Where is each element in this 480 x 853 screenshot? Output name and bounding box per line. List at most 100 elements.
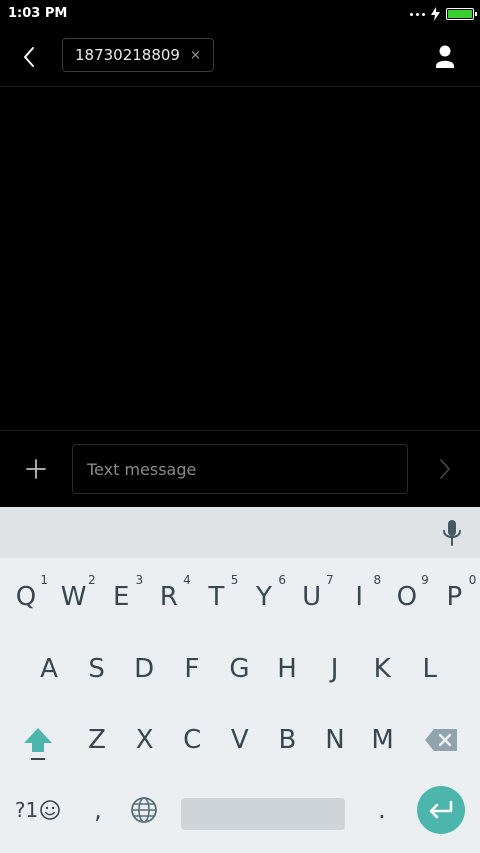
comma-key[interactable]: , <box>74 786 122 834</box>
key-hint: 7 <box>325 573 334 587</box>
key-hint: 4 <box>183 573 191 587</box>
key-label: B <box>278 725 297 755</box>
key-label: C <box>183 725 202 755</box>
key-hint: 8 <box>373 573 382 587</box>
status-bar: 1:03 PM <box>0 0 480 28</box>
chevron-right-icon <box>440 459 450 479</box>
key-label: O <box>396 582 418 612</box>
key-l[interactable]: L <box>406 639 454 699</box>
key-hint: 9 <box>421 573 429 587</box>
key-label: V <box>230 725 249 755</box>
recipient-number: 18730218809 <box>75 46 180 64</box>
key-label: J <box>330 654 339 684</box>
key-label: E <box>112 582 130 612</box>
key-g[interactable]: G <box>215 639 263 699</box>
message-input[interactable] <box>72 444 408 494</box>
key-hint: 0 <box>468 573 477 587</box>
compose-bar <box>0 430 480 508</box>
key-i[interactable]: I8 <box>335 567 383 627</box>
key-label: D <box>134 654 155 684</box>
shift-key[interactable] <box>14 720 62 768</box>
battery-fill <box>448 10 472 18</box>
key-p[interactable]: P0 <box>430 567 478 627</box>
key-y[interactable]: Y6 <box>240 567 288 627</box>
message-thread <box>0 87 480 430</box>
keyboard-row-2: ASDFGH J K L <box>0 639 480 699</box>
key-label: G <box>229 654 250 684</box>
key-label: Y <box>256 582 272 612</box>
key-u[interactable]: U7 <box>288 567 336 627</box>
enter-arrow-icon <box>429 800 453 819</box>
key-f[interactable]: F <box>168 639 216 699</box>
key-r[interactable]: R4 <box>145 567 193 627</box>
key-hint: 3 <box>135 573 144 587</box>
key-hint: 1 <box>40 573 48 587</box>
key-q[interactable]: Q1 <box>2 567 50 627</box>
plus-icon <box>26 459 46 479</box>
shift-icon <box>24 728 52 760</box>
back-button[interactable] <box>14 42 44 72</box>
key-label: P <box>446 582 463 612</box>
symbols-key[interactable]: ?1 <box>8 788 68 832</box>
key-label: W <box>60 582 87 612</box>
key-x[interactable]: X <box>121 710 169 770</box>
key-label: F <box>184 654 200 684</box>
key-label: I <box>355 582 364 612</box>
key-label: Q <box>15 582 37 612</box>
charging-bolt-icon <box>431 7 440 21</box>
key-e[interactable]: E3 <box>97 567 145 627</box>
microphone-icon <box>443 520 461 546</box>
status-time: 1:03 PM <box>8 6 68 21</box>
key-d[interactable]: D <box>120 639 168 699</box>
backspace-icon <box>425 729 457 751</box>
globe-icon <box>131 797 157 823</box>
soft-keyboard: Q1W2E3R4T5Y6U7I8O9P0 ASDFGHJKL ZXCVBNM ?… <box>0 507 480 853</box>
key-m[interactable]: M <box>359 710 407 770</box>
key-label: T <box>208 582 225 612</box>
key-k[interactable]: K <box>358 639 406 699</box>
key-label: N <box>325 725 345 755</box>
key-a[interactable]: A <box>25 639 73 699</box>
symbols-key-label: ?1 <box>14 798 39 822</box>
status-icons <box>410 6 477 22</box>
emoji-icon <box>40 800 60 820</box>
key-t[interactable]: T5 <box>192 567 240 627</box>
key-z[interactable]: Z <box>73 710 121 770</box>
key-c[interactable]: C <box>168 710 216 770</box>
key-h[interactable]: H <box>263 639 311 699</box>
key-label: K <box>373 654 391 684</box>
send-button[interactable] <box>432 456 458 482</box>
more-dots-icon <box>410 12 425 16</box>
key-hint: 5 <box>230 573 239 587</box>
period-key[interactable]: . <box>358 786 406 834</box>
key-label: U <box>302 582 322 612</box>
backspace-key[interactable] <box>418 720 466 760</box>
key-o[interactable]: O9 <box>383 567 431 627</box>
key-hint: 6 <box>278 573 286 587</box>
remove-recipient-icon[interactable]: × <box>190 48 201 63</box>
key-b[interactable]: B <box>263 710 311 770</box>
space-key[interactable] <box>181 798 345 830</box>
key-n[interactable]: N <box>311 710 359 770</box>
period-key-label: . <box>378 796 386 824</box>
key-label: S <box>88 654 105 684</box>
enter-key[interactable] <box>417 786 465 834</box>
keyboard-row-3: ZXCVBNM <box>0 710 480 770</box>
keyboard-row-1: Q1W2E3R4T5Y6U7I8O9P0 <box>0 567 480 627</box>
recipient-chip[interactable]: 18730218809 × <box>62 38 214 72</box>
key-j[interactable]: J <box>311 639 359 699</box>
key-hint: 2 <box>87 573 96 587</box>
contact-button[interactable] <box>434 44 456 70</box>
person-icon <box>436 45 454 68</box>
add-attachment-button[interactable] <box>22 455 50 483</box>
key-v[interactable]: V <box>216 710 264 770</box>
key-w[interactable]: W2 <box>50 567 98 627</box>
key-label: H <box>277 654 297 684</box>
voice-input-button[interactable] <box>440 517 464 549</box>
key-label: R <box>159 582 178 612</box>
key-label: L <box>422 654 438 684</box>
key-s[interactable]: S <box>73 639 121 699</box>
keyboard-row-4: ?1 , . <box>0 780 480 840</box>
key-label: X <box>135 725 154 755</box>
language-switch-key[interactable] <box>120 786 168 834</box>
